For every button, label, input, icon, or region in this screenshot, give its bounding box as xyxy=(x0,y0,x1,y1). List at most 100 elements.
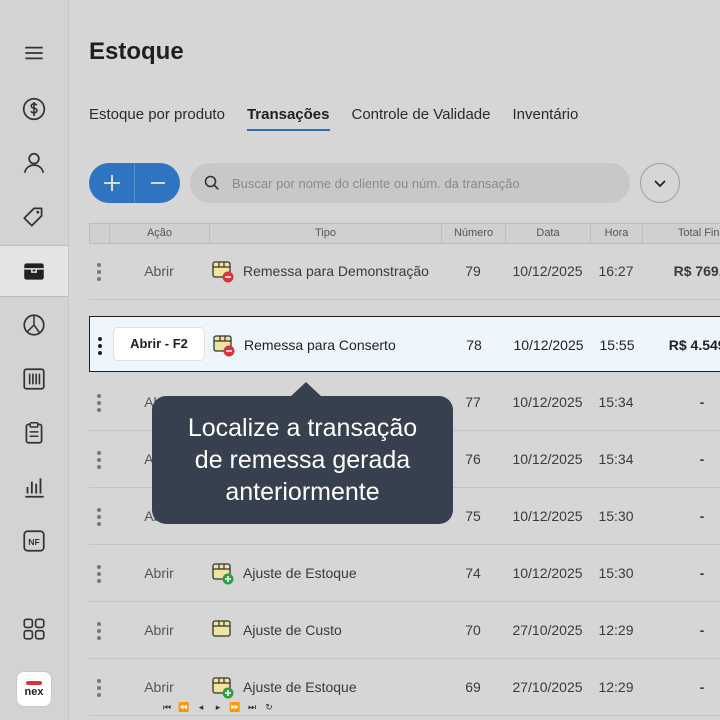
chevron-down-icon xyxy=(654,180,666,188)
table-row-selected[interactable]: Abrir - F2 Remessa para Conserto 78 10/12/2… xyxy=(89,316,720,372)
refresh-icon[interactable]: ↻ xyxy=(262,702,276,713)
tipo-text: Ajuste de Custo xyxy=(243,622,342,638)
header-data: Data xyxy=(506,224,591,243)
row-menu-button[interactable] xyxy=(89,374,109,430)
total-cell: R$ 769,9 xyxy=(673,263,720,279)
hora-cell: 12:29 xyxy=(598,679,634,695)
hora-cell: 15:34 xyxy=(598,394,634,410)
sidebar: NF nex xyxy=(0,0,69,720)
data-cell: 10/12/2025 xyxy=(512,263,583,279)
clipboard-icon[interactable] xyxy=(0,408,68,458)
tipo-cell: Remessa para Conserto xyxy=(212,317,442,373)
tipo-cell: Remessa para Demonstração xyxy=(211,243,441,299)
kebab-icon xyxy=(97,622,101,641)
search-input[interactable] xyxy=(230,174,614,192)
page-title: Estoque xyxy=(89,38,184,65)
header-cell-menu xyxy=(90,224,110,243)
header-hora: Hora xyxy=(591,224,643,243)
prev-page-icon[interactable]: ◂ xyxy=(194,702,208,713)
hora-cell: 15:55 xyxy=(599,337,635,353)
row-menu-button[interactable] xyxy=(90,317,110,373)
data-cell: 10/12/2025 xyxy=(512,508,583,524)
kebab-icon xyxy=(97,679,101,698)
add-button[interactable] xyxy=(89,163,134,203)
open-link[interactable]: Abrir xyxy=(109,602,209,658)
tipo-text: Remessa para Conserto xyxy=(244,337,396,353)
hora-cell: 15:34 xyxy=(598,451,634,467)
apps-grid-icon[interactable] xyxy=(0,604,68,654)
row-menu-button[interactable] xyxy=(89,545,109,601)
box-icon[interactable] xyxy=(0,245,68,297)
row-menu-button[interactable] xyxy=(89,602,109,658)
open-button[interactable]: Abrir - F2 xyxy=(114,328,204,360)
search-icon xyxy=(204,175,219,190)
data-cell: 10/12/2025 xyxy=(512,565,583,581)
invoice-nf-icon[interactable]: NF xyxy=(0,516,68,566)
tipo-text: Remessa para Demonstração xyxy=(243,263,429,279)
remove-button[interactable] xyxy=(135,163,180,203)
main-content: Estoque Estoque por produto Transações C… xyxy=(69,0,720,720)
total-cell: - xyxy=(699,451,705,467)
total-cell: - xyxy=(699,679,705,695)
numero-cell: 74 xyxy=(465,565,481,581)
row-menu-button[interactable] xyxy=(89,431,109,487)
package-icon xyxy=(212,261,234,283)
user-icon[interactable] xyxy=(0,138,68,188)
dollar-icon[interactable] xyxy=(0,84,68,134)
kebab-icon xyxy=(97,508,101,527)
barcode-icon[interactable] xyxy=(0,354,68,404)
tab-estoque-por-produto[interactable]: Estoque por produto xyxy=(89,106,225,129)
kebab-icon xyxy=(97,263,101,282)
hora-cell: 15:30 xyxy=(598,508,634,524)
tab-bar: Estoque por produto Transações Controle … xyxy=(89,106,578,131)
expand-filters-button[interactable] xyxy=(640,163,680,203)
table-row[interactable]: Abrir Ajuste de Custo 70 27/10/2025 12:29 - xyxy=(89,602,720,659)
row-menu-button[interactable] xyxy=(89,243,109,299)
bar-chart-icon[interactable] xyxy=(0,462,68,512)
kebab-icon xyxy=(97,451,101,470)
open-link[interactable]: Abrir xyxy=(109,243,209,299)
tab-transacoes[interactable]: Transações xyxy=(246,106,330,131)
data-cell: 27/10/2025 xyxy=(512,622,583,638)
hora-cell: 12:29 xyxy=(598,622,634,638)
tipo-text: Ajuste de Estoque xyxy=(243,565,357,581)
tooltip-line-2: de remessa gerada xyxy=(194,446,411,474)
table-row[interactable]: Abrir Remessa para Demonstração 79 10/12/20… xyxy=(89,243,720,300)
tooltip-line-1: Localize a transação xyxy=(187,414,418,442)
kebab-icon xyxy=(97,394,101,413)
total-cell: - xyxy=(699,508,705,524)
plus-icon xyxy=(103,175,120,191)
last-page-icon[interactable]: ⏭ xyxy=(245,702,259,713)
header-numero: Número xyxy=(442,224,506,243)
pie-chart-icon[interactable] xyxy=(0,300,68,350)
open-link[interactable]: Abrir xyxy=(109,545,209,601)
package-icon xyxy=(212,677,234,699)
data-cell: 10/12/2025 xyxy=(512,451,583,467)
tag-icon[interactable] xyxy=(0,192,68,242)
logo-mark xyxy=(26,680,42,685)
total-cell: R$ 4.549,9 xyxy=(668,337,720,353)
tab-controle-de-validade[interactable]: Controle de Validade xyxy=(352,106,491,129)
pager: ⏮ ⏪ ◂ ▸ ⏩ ⏭ ↻ xyxy=(160,702,276,713)
row-menu-button[interactable] xyxy=(89,659,109,715)
numero-cell: 78 xyxy=(466,337,482,353)
kebab-icon xyxy=(97,565,101,584)
data-cell: 10/12/2025 xyxy=(512,394,583,410)
total-cell: - xyxy=(699,622,705,638)
table-row[interactable]: Abrir Ajuste de Estoque 74 10/12/2025 15:30 - xyxy=(89,545,720,602)
numero-cell: 79 xyxy=(465,263,481,279)
header-tipo: Tipo xyxy=(210,224,442,243)
next-block-icon[interactable]: ⏩ xyxy=(228,702,242,713)
hora-cell: 15:30 xyxy=(598,565,634,581)
logo-text: nex xyxy=(24,685,44,698)
numero-cell: 70 xyxy=(465,622,481,638)
prev-block-icon[interactable]: ⏪ xyxy=(177,702,191,713)
first-page-icon[interactable]: ⏮ xyxy=(160,702,174,713)
package-icon xyxy=(212,620,231,637)
next-page-icon[interactable]: ▸ xyxy=(211,702,225,713)
row-menu-button[interactable] xyxy=(89,488,109,544)
nex-logo[interactable]: nex xyxy=(16,671,52,707)
hora-cell: 16:27 xyxy=(598,263,634,279)
tab-inventario[interactable]: Inventário xyxy=(512,106,578,129)
menu-icon[interactable] xyxy=(0,28,68,78)
